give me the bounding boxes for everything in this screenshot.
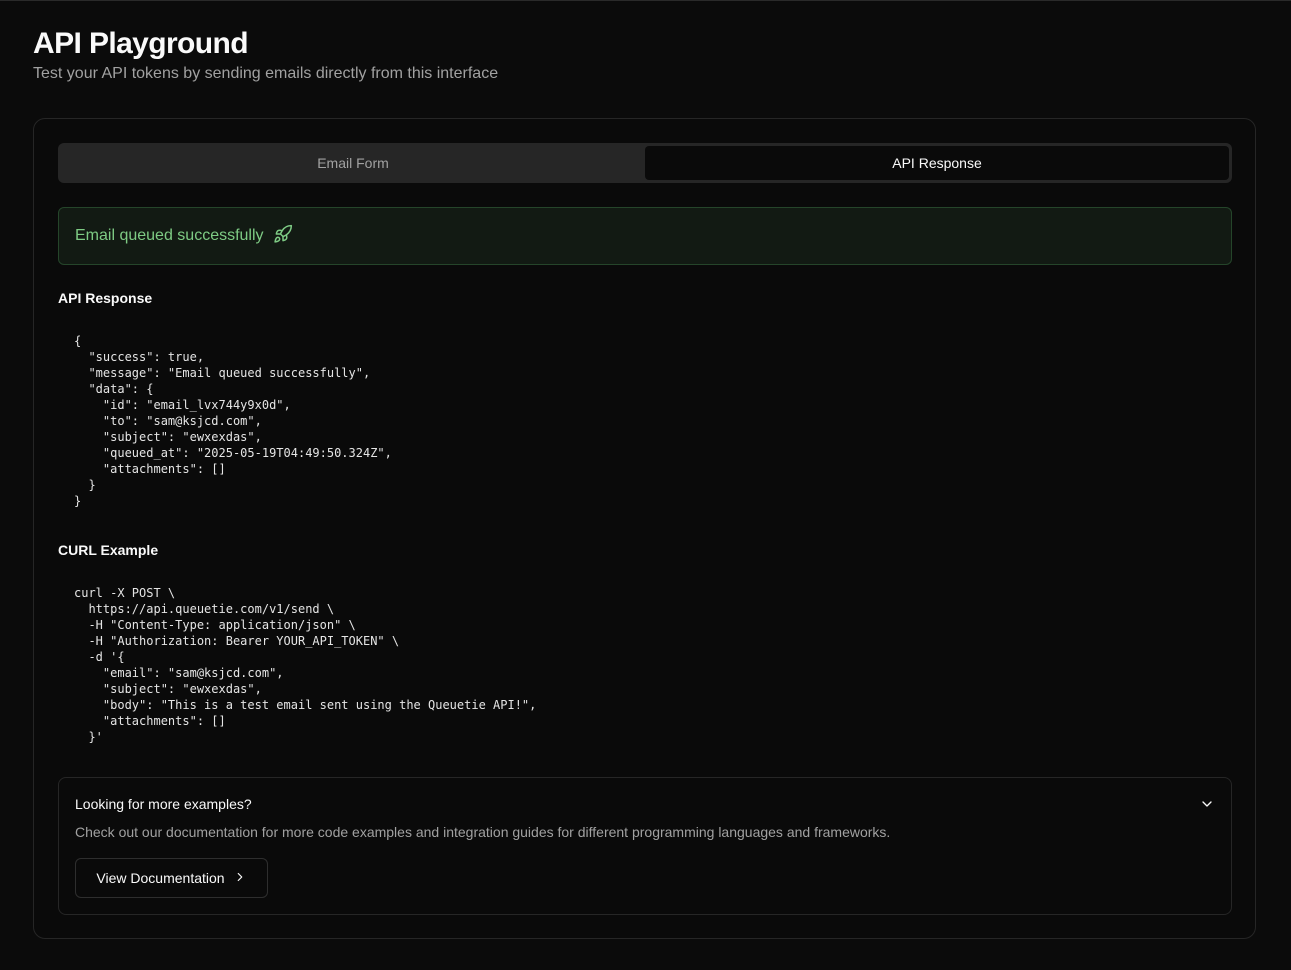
top-border [0,0,1291,1]
view-documentation-label: View Documentation [96,870,225,886]
tab-email-form[interactable]: Email Form [61,146,645,180]
success-alert: Email queued successfully [58,207,1232,265]
page-title: API Playground [33,27,249,60]
more-examples-panel: Looking for more examples? Check out our… [58,777,1232,915]
api-response-label: API Response [58,290,153,306]
curl-example-label: CURL Example [58,542,159,558]
examples-description: Check out our documentation for more cod… [75,824,891,840]
page: API Playground Test your API tokens by s… [33,26,1256,939]
chevron-right-icon [233,870,247,887]
alert-message: Email queued successfully [75,227,264,244]
chevron-down-icon[interactable] [1199,796,1215,812]
page-subtitle: Test your API tokens by sending emails d… [33,65,499,82]
api-response-code: { "success": true, "message": "Email que… [74,334,392,508]
tab-api-response[interactable]: API Response [645,146,1229,180]
playground-card: Email Form API Response Email queued suc… [33,118,1256,939]
tab-list: Email Form API Response [58,143,1232,183]
view-documentation-button[interactable]: View Documentation [75,858,268,898]
rocket-icon [273,224,293,249]
curl-example-code: curl -X POST \ https://api.queuetie.com/… [74,586,537,744]
examples-title: Looking for more examples? [75,796,252,812]
